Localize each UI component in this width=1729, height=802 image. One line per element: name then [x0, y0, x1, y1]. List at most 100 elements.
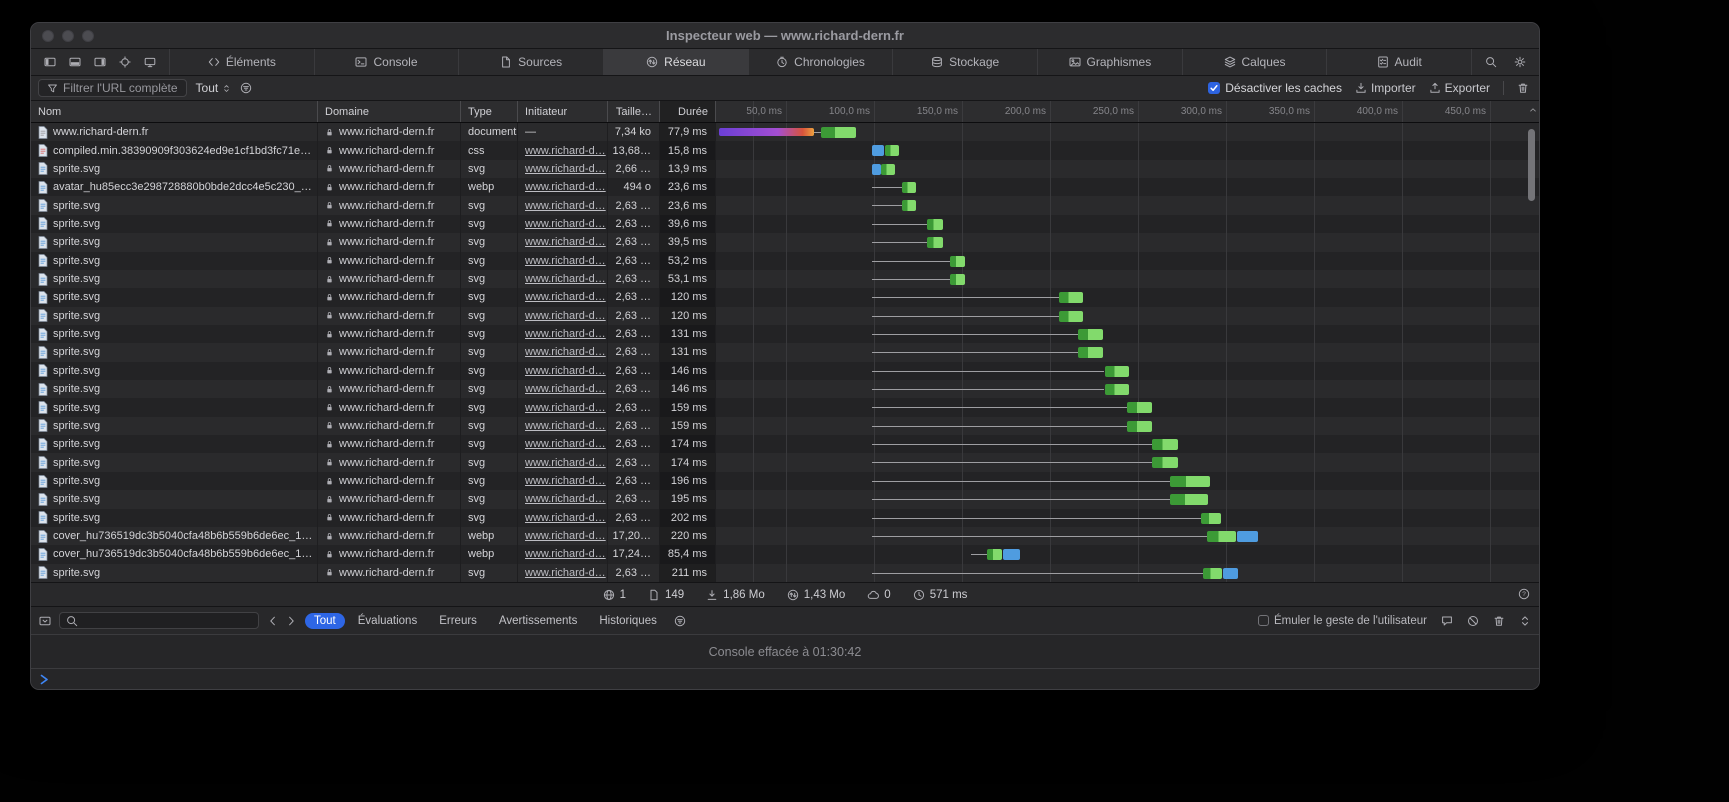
console-tab-avertissements[interactable]: Avertissements: [490, 613, 586, 629]
clear-network-trash-icon[interactable]: [1517, 82, 1529, 94]
console-tab-evaluations[interactable]: Évaluations: [349, 613, 426, 629]
console-filter-options-icon[interactable]: [674, 615, 686, 627]
search-icon[interactable]: [1485, 56, 1497, 68]
initiator-link[interactable]: www.richard-d…: [525, 512, 606, 524]
tab-audit[interactable]: Audit: [1327, 49, 1472, 75]
network-request-row[interactable]: sprite.svgwww.richard-dern.frsvgwww.rich…: [31, 398, 1539, 416]
network-request-row[interactable]: compiled.min.38390909f303624ed9e1cf1bd3f…: [31, 141, 1539, 159]
tab-console[interactable]: Console: [315, 49, 460, 75]
console-tab-historiques[interactable]: Historiques: [590, 613, 666, 629]
tab-calques[interactable]: Calques: [1183, 49, 1328, 75]
initiator-link[interactable]: www.richard-d…: [525, 291, 606, 303]
initiator-link[interactable]: www.richard-d…: [525, 145, 606, 157]
resize-panel-icon[interactable]: [1519, 615, 1531, 627]
initiator-link[interactable]: www.richard-d…: [525, 457, 606, 469]
column-header-taille[interactable]: Taille…: [608, 101, 660, 122]
scope-dropdown[interactable]: Tout: [196, 81, 232, 95]
network-request-row[interactable]: www.richard-dern.frwww.richard-dern.frdo…: [31, 123, 1539, 141]
clear-console-icon[interactable]: [1467, 615, 1479, 627]
chevron-right-icon[interactable]: [285, 615, 297, 627]
initiator-link[interactable]: www.richard-d…: [525, 181, 606, 193]
network-request-row[interactable]: sprite.svgwww.richard-dern.frsvgwww.rich…: [31, 509, 1539, 527]
message-bubble-icon[interactable]: [1441, 615, 1453, 627]
url-filter-input[interactable]: Filtrer l'URL complète: [38, 79, 187, 97]
disable-caches-checkbox[interactable]: Désactiver les caches: [1208, 81, 1342, 95]
emulate-user-gesture-checkbox[interactable]: Émuler le geste de l'utilisateur: [1258, 615, 1427, 627]
chevron-left-icon[interactable]: [267, 615, 279, 627]
initiator-link[interactable]: www.richard-d…: [525, 530, 606, 542]
console-tab-erreurs[interactable]: Erreurs: [430, 613, 486, 629]
network-request-row[interactable]: sprite.svgwww.richard-dern.frsvgwww.rich…: [31, 325, 1539, 343]
column-header-initiateur[interactable]: Initiateur: [518, 101, 608, 122]
scrollbar[interactable]: [1528, 129, 1535, 201]
network-request-row[interactable]: sprite.svgwww.richard-dern.frsvgwww.rich…: [31, 233, 1539, 251]
initiator-link[interactable]: www.richard-d…: [525, 218, 606, 230]
console-prompt-row[interactable]: [31, 668, 1539, 690]
network-request-row[interactable]: sprite.svgwww.richard-dern.frsvgwww.rich…: [31, 160, 1539, 178]
tab-sources[interactable]: Sources: [459, 49, 604, 75]
network-request-row[interactable]: sprite.svgwww.richard-dern.frsvgwww.rich…: [31, 380, 1539, 398]
initiator-link[interactable]: www.richard-d…: [525, 475, 606, 487]
column-header-domaine[interactable]: Domaine: [318, 101, 461, 122]
column-header-type[interactable]: Type: [461, 101, 518, 122]
network-request-row[interactable]: sprite.svgwww.richard-dern.frsvgwww.rich…: [31, 215, 1539, 233]
console-tab-tout[interactable]: Tout: [305, 613, 345, 629]
device-icon[interactable]: [144, 56, 156, 68]
tab-elements[interactable]: Éléments: [170, 49, 315, 75]
column-header-nom[interactable]: Nom: [31, 101, 318, 122]
initiator-link[interactable]: www.richard-d…: [525, 200, 606, 212]
initiator-link[interactable]: www.richard-d…: [525, 548, 606, 560]
network-request-row[interactable]: cover_hu736519dc3b5040cfa48b6b559b6de6ec…: [31, 545, 1539, 563]
network-request-row[interactable]: sprite.svgwww.richard-dern.frsvgwww.rich…: [31, 435, 1539, 453]
network-request-row[interactable]: sprite.svgwww.richard-dern.frsvgwww.rich…: [31, 564, 1539, 582]
network-request-row[interactable]: sprite.svgwww.richard-dern.frsvgwww.rich…: [31, 490, 1539, 508]
initiator-link[interactable]: www.richard-d…: [525, 567, 606, 579]
initiator-link[interactable]: www.richard-d…: [525, 163, 606, 175]
filter-options-icon[interactable]: [240, 82, 252, 94]
initiator-link[interactable]: www.richard-d…: [525, 438, 606, 450]
network-request-row[interactable]: sprite.svgwww.richard-dern.frsvgwww.rich…: [31, 417, 1539, 435]
initiator-link[interactable]: www.richard-d…: [525, 493, 606, 505]
initiator-link[interactable]: www.richard-d…: [525, 346, 606, 358]
minimize-button[interactable]: [62, 30, 74, 42]
tab-stockage[interactable]: Stockage: [893, 49, 1038, 75]
close-button[interactable]: [42, 30, 54, 42]
dock-right-icon[interactable]: [94, 56, 106, 68]
network-request-row[interactable]: sprite.svgwww.richard-dern.frsvgwww.rich…: [31, 307, 1539, 325]
network-request-row[interactable]: sprite.svgwww.richard-dern.frsvgwww.rich…: [31, 252, 1539, 270]
export-button[interactable]: Exporter: [1429, 81, 1490, 95]
tab-reseau[interactable]: Réseau: [604, 49, 749, 75]
network-request-row[interactable]: sprite.svgwww.richard-dern.frsvgwww.rich…: [31, 288, 1539, 306]
network-request-row[interactable]: sprite.svgwww.richard-dern.frsvgwww.rich…: [31, 196, 1539, 214]
import-button[interactable]: Importer: [1355, 81, 1416, 95]
tab-chronologies[interactable]: Chronologies: [749, 49, 894, 75]
dock-bottom-icon[interactable]: [69, 56, 81, 68]
console-trash-icon[interactable]: [1493, 615, 1505, 627]
gear-icon[interactable]: [1514, 56, 1526, 68]
initiator-link[interactable]: www.richard-d…: [525, 420, 606, 432]
initiator-link[interactable]: www.richard-d…: [525, 328, 606, 340]
initiator-link[interactable]: www.richard-d…: [525, 310, 606, 322]
initiator-link[interactable]: www.richard-d…: [525, 402, 606, 414]
initiator-link[interactable]: www.richard-d…: [525, 236, 606, 248]
tab-graphismes[interactable]: Graphismes: [1038, 49, 1183, 75]
network-request-row[interactable]: sprite.svgwww.richard-dern.frsvgwww.rich…: [31, 270, 1539, 288]
network-request-row[interactable]: sprite.svgwww.richard-dern.frsvgwww.rich…: [31, 472, 1539, 490]
network-request-row[interactable]: sprite.svgwww.richard-dern.frsvgwww.rich…: [31, 453, 1539, 471]
quick-console-icon[interactable]: [39, 615, 51, 627]
dock-left-icon[interactable]: [44, 56, 56, 68]
scroll-top-icon[interactable]: [1528, 105, 1538, 115]
initiator-link[interactable]: www.richard-d…: [525, 273, 606, 285]
help-icon[interactable]: ?: [1518, 588, 1530, 600]
zoom-button[interactable]: [82, 30, 94, 42]
initiator-link[interactable]: www.richard-d…: [525, 365, 606, 377]
initiator-link[interactable]: www.richard-d…: [525, 383, 606, 395]
network-request-row[interactable]: sprite.svgwww.richard-dern.frsvgwww.rich…: [31, 362, 1539, 380]
initiator-link[interactable]: www.richard-d…: [525, 255, 606, 267]
network-request-row[interactable]: sprite.svgwww.richard-dern.frsvgwww.rich…: [31, 343, 1539, 361]
network-request-row[interactable]: avatar_hu85ecc3e298728880b0bde2dcc4e5c23…: [31, 178, 1539, 196]
inspect-element-icon[interactable]: [119, 56, 131, 68]
console-search-input[interactable]: [59, 612, 259, 629]
column-header-duree[interactable]: Durée: [660, 101, 716, 122]
network-request-row[interactable]: cover_hu736519dc3b5040cfa48b6b559b6de6ec…: [31, 527, 1539, 545]
